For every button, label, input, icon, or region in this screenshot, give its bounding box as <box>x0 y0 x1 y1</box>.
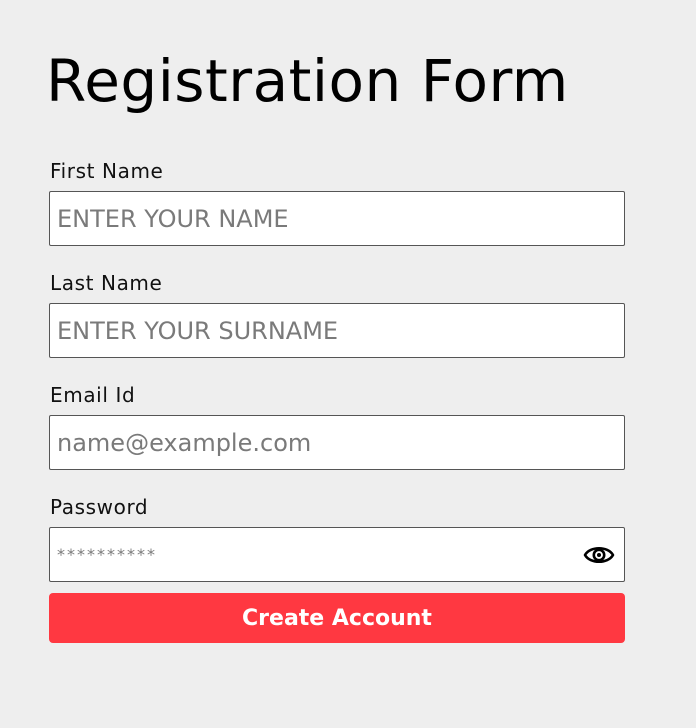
last-name-field-box <box>49 303 625 358</box>
email-field-box <box>49 415 625 470</box>
password-label: Password <box>50 495 149 519</box>
create-account-button[interactable]: Create Account <box>49 593 625 643</box>
password-field-box <box>49 527 625 582</box>
first-name-field-box <box>49 191 625 246</box>
last-name-label: Last Name <box>50 271 163 295</box>
first-name-label: First Name <box>50 159 164 183</box>
first-name-input[interactable] <box>50 192 624 245</box>
page-title: Registration Form <box>46 47 569 115</box>
last-name-input[interactable] <box>50 304 624 357</box>
password-input[interactable] <box>50 528 624 581</box>
email-input[interactable] <box>50 416 624 469</box>
eye-icon[interactable] <box>583 542 615 568</box>
email-label: Email Id <box>50 383 136 407</box>
